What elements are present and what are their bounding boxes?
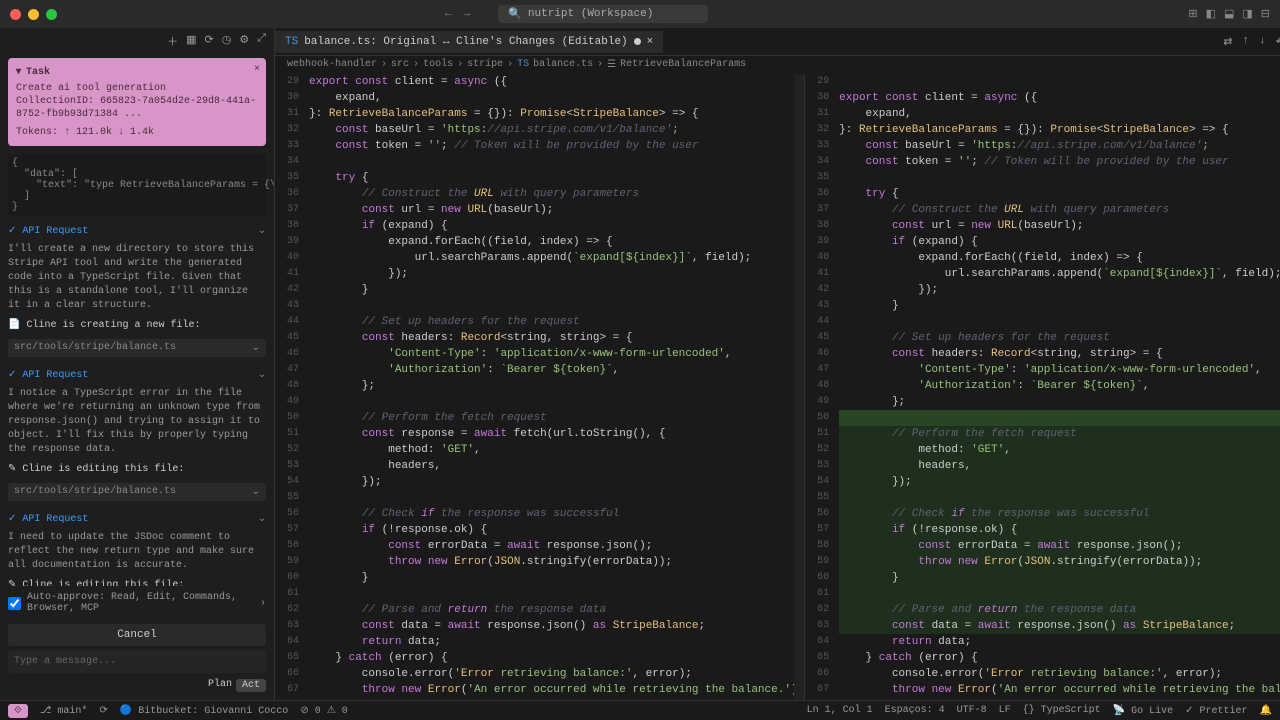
remote-indicator[interactable]: ⟐ bbox=[8, 704, 28, 718]
modified-dot-icon bbox=[634, 38, 641, 45]
layout-left-icon[interactable]: ◧ bbox=[1206, 7, 1216, 21]
message-input[interactable]: Type a message... bbox=[8, 650, 266, 673]
search-icon: 🔍 bbox=[508, 7, 522, 21]
encoding-status[interactable]: UTF-8 bbox=[957, 705, 987, 717]
nav-forward[interactable]: → bbox=[464, 8, 471, 20]
close-tab-icon[interactable]: × bbox=[647, 36, 654, 48]
cancel-button[interactable]: Cancel bbox=[8, 624, 266, 646]
command-search[interactable]: 🔍 nutript (Workspace) bbox=[498, 5, 708, 23]
copilot-icon[interactable]: ⊞ bbox=[1188, 7, 1197, 21]
close-window[interactable] bbox=[10, 9, 21, 20]
api-body-1: I'll create a new directory to store thi… bbox=[8, 241, 266, 315]
layout-panel-icon[interactable]: ⊟ bbox=[1261, 7, 1270, 21]
plan-toggle[interactable]: Plan bbox=[208, 679, 232, 692]
tab-bar: TS balance.ts: Original ↔ Cline's Change… bbox=[275, 28, 1280, 56]
titlebar: ← → 🔍 nutript (Workspace) ⊞ ◧ ⬓ ◨ ⊟ bbox=[0, 0, 1280, 28]
history-icon[interactable]: ⟳ bbox=[204, 33, 213, 49]
indent-status[interactable]: Espaços: 4 bbox=[885, 705, 945, 717]
edit-icon: ✎ bbox=[8, 579, 16, 586]
minimize-window[interactable] bbox=[28, 9, 39, 20]
cursor-pos[interactable]: Ln 1, Col 1 bbox=[807, 705, 873, 717]
golive-status[interactable]: 📡 Go Live bbox=[1113, 705, 1173, 717]
api-request-3[interactable]: ✓API Request⌄ bbox=[8, 505, 266, 529]
act-toggle[interactable]: Act bbox=[236, 679, 266, 692]
check-icon: ✓ bbox=[8, 369, 16, 381]
chevron-down-icon: ⌄ bbox=[252, 342, 260, 354]
editing-file-row-1: ✎Cline is editing this file: bbox=[8, 459, 266, 479]
collapse-icon[interactable]: ⤢ bbox=[257, 33, 266, 49]
api-request-1[interactable]: ✓API Request⌄ bbox=[8, 217, 266, 241]
maximize-window[interactable] bbox=[46, 9, 57, 20]
task-card: ▾ Task × Create ai tool generation Collec… bbox=[8, 58, 266, 146]
edit-icon: ✎ bbox=[8, 463, 16, 475]
bitbucket-status[interactable]: 🔵 Bitbucket: Giovanni Cocco bbox=[120, 705, 288, 717]
nav-back[interactable]: ← bbox=[445, 8, 452, 20]
tab-label: balance.ts: Original ↔ Cline's Changes (… bbox=[304, 36, 627, 48]
new-task-icon[interactable]: ＋ bbox=[167, 33, 178, 49]
window-controls bbox=[10, 9, 57, 20]
check-icon: ✓ bbox=[8, 225, 16, 237]
compare-icon[interactable]: ⇄ bbox=[1223, 35, 1232, 49]
diff-tab[interactable]: TS balance.ts: Original ↔ Cline's Change… bbox=[275, 31, 664, 53]
check-icon: ✓ bbox=[8, 513, 16, 525]
layout-right-icon[interactable]: ◨ bbox=[1242, 7, 1252, 21]
prettier-status[interactable]: ✓ Prettier bbox=[1185, 705, 1247, 717]
settings-icon[interactable]: ⚙ bbox=[239, 33, 249, 49]
prev-change-icon[interactable]: ↑ bbox=[1242, 35, 1249, 49]
auto-approve-row[interactable]: Auto-approve: Read, Edit, Commands, Brow… bbox=[8, 586, 266, 620]
mcp-icon[interactable]: ▦ bbox=[186, 33, 196, 49]
account-icon[interactable]: ◷ bbox=[222, 33, 232, 49]
task-desc-2: CollectionID: 665823-7a054d2e-29d8-441a-… bbox=[16, 95, 258, 121]
chevron-right-icon: › bbox=[260, 598, 266, 609]
diff-original-pane[interactable]: 2930313233343536373839404142434445464748… bbox=[275, 74, 805, 700]
close-icon[interactable]: × bbox=[254, 64, 260, 75]
diff-modified-pane[interactable]: 2930313233343536373839404142434445464748… bbox=[805, 74, 1280, 700]
task-tokens: Tokens: ↑ 121.0k ↓ 1.4k bbox=[16, 127, 258, 138]
api-request-2[interactable]: ✓API Request⌄ bbox=[8, 361, 266, 385]
branch-indicator[interactable]: ⎇ main* bbox=[40, 705, 88, 717]
task-desc-1: Create ai tool generation bbox=[16, 82, 258, 95]
eol-status[interactable]: LF bbox=[999, 705, 1011, 717]
notifications-icon[interactable]: 🔔 bbox=[1260, 705, 1272, 717]
chevron-down-icon: ⌄ bbox=[258, 513, 266, 525]
file-path-2[interactable]: src/tools/stripe/balance.ts⌄ bbox=[8, 483, 266, 501]
file-add-icon: 📄 bbox=[8, 319, 20, 331]
lang-status[interactable]: {} TypeScript bbox=[1023, 705, 1101, 717]
chevron-down-icon: ⌄ bbox=[258, 369, 266, 381]
statusbar: ⟐ ⎇ main* ⟳ 🔵 Bitbucket: Giovanni Cocco … bbox=[0, 700, 1280, 720]
task-title: Task bbox=[26, 67, 50, 78]
chevron-down-icon: ⌄ bbox=[258, 225, 266, 237]
auto-approve-checkbox[interactable] bbox=[8, 597, 21, 610]
nav-arrows: ← → bbox=[445, 8, 470, 20]
revert-icon[interactable]: ↶ bbox=[1276, 35, 1280, 49]
search-text: nutript (Workspace) bbox=[528, 8, 653, 20]
errors-status[interactable]: ⊘ 0 ⚠ 0 bbox=[300, 705, 347, 717]
minimap-left[interactable] bbox=[794, 74, 804, 700]
next-change-icon[interactable]: ↓ bbox=[1259, 35, 1266, 49]
chevron-down-icon: ⌄ bbox=[252, 486, 260, 498]
creating-file-row: 📄Cline is creating a new file: bbox=[8, 315, 266, 335]
editor-area: TS balance.ts: Original ↔ Cline's Change… bbox=[275, 28, 1280, 700]
json-output: { "data": [ "text": "type RetrieveBalanc… bbox=[8, 154, 266, 217]
cline-sidebar: ＋ ▦ ⟳ ◷ ⚙ ⤢ ▾ Task × Create ai tool gener… bbox=[0, 28, 275, 700]
api-body-3: I need to update the JSDoc comment to re… bbox=[8, 529, 266, 575]
api-body-2: I notice a TypeScript error in the file … bbox=[8, 385, 266, 459]
layout-bottom-icon[interactable]: ⬓ bbox=[1224, 7, 1234, 21]
editing-file-row-2: ✎Cline is editing this file: bbox=[8, 575, 266, 586]
sync-icon[interactable]: ⟳ bbox=[99, 705, 107, 717]
ts-icon: TS bbox=[285, 36, 298, 48]
breadcrumb[interactable]: webhook-handler›src›tools›stripe›TSbalan… bbox=[275, 56, 1280, 74]
chevron-down-icon[interactable]: ▾ bbox=[16, 66, 21, 78]
file-path-1[interactable]: src/tools/stripe/balance.ts⌄ bbox=[8, 339, 266, 357]
